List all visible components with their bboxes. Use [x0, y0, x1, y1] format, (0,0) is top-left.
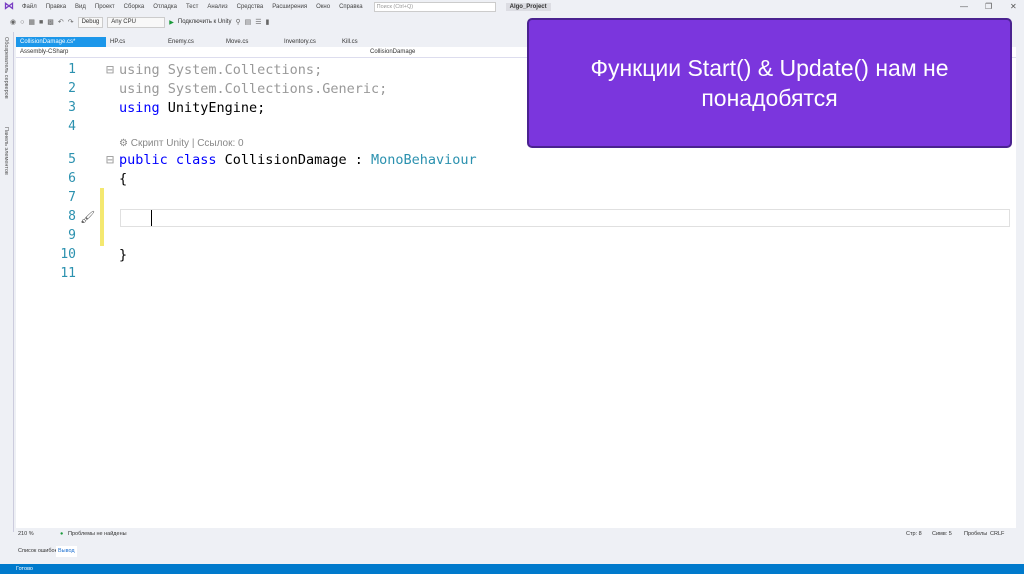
- menu-help[interactable]: Справка: [339, 4, 363, 10]
- line-number: 5: [68, 152, 76, 167]
- server-explorer-tab[interactable]: Обозреватель серверов: [3, 37, 9, 99]
- code-line-10: }: [119, 247, 128, 263]
- tab-enemy[interactable]: Enemy.cs: [164, 37, 222, 47]
- layout-icon[interactable]: ▤: [245, 18, 252, 26]
- redo-icon[interactable]: ↷: [68, 18, 74, 26]
- status-bar: Готово: [0, 564, 1024, 574]
- line-number: 2: [68, 81, 76, 96]
- minimize-icon[interactable]: —: [960, 2, 968, 11]
- line-number: 6: [68, 171, 76, 186]
- new-project-icon[interactable]: ▦: [28, 18, 35, 26]
- save-all-icon[interactable]: ▩: [47, 18, 54, 26]
- base-class: MonoBehaviour: [370, 152, 477, 168]
- menu-analyze[interactable]: Анализ: [207, 4, 227, 10]
- codelens-text[interactable]: Скрипт Unity | Ссылок: 0: [131, 138, 244, 149]
- line-number: 3: [68, 100, 76, 115]
- menu-window[interactable]: Окно: [316, 4, 330, 10]
- play-icon[interactable]: ▶: [169, 19, 174, 26]
- line-number: 4: [68, 119, 76, 134]
- close-icon[interactable]: ✕: [1010, 2, 1017, 11]
- tab-output[interactable]: Вывод: [56, 546, 77, 557]
- eol-indicator[interactable]: CRLF: [990, 529, 1004, 540]
- forward-icon[interactable]: ○: [20, 19, 24, 26]
- menu-build[interactable]: Сборка: [124, 4, 145, 10]
- namespace: UnityEngine;: [159, 100, 266, 116]
- line-indicator: Стр: 8: [906, 531, 922, 537]
- attach-unity-button[interactable]: Подключить к Unity: [178, 19, 232, 25]
- colon: :: [346, 152, 371, 168]
- line-number: 7: [68, 190, 76, 205]
- visual-studio-logo-icon: ⋈: [4, 1, 14, 12]
- menu-project[interactable]: Проект: [95, 4, 115, 10]
- menu-edit[interactable]: Правка: [46, 4, 66, 10]
- keyword: public class: [119, 152, 225, 168]
- collapse-icon[interactable]: ⊟: [106, 152, 114, 168]
- line-number: 1: [68, 62, 76, 77]
- class-name: CollisionDamage: [224, 152, 347, 168]
- line-number: 8: [68, 209, 76, 224]
- change-indicator: [100, 188, 104, 246]
- current-line-highlight: [120, 209, 1010, 227]
- back-icon[interactable]: ◉: [10, 18, 16, 26]
- tab-error-list[interactable]: Список ошибок: [18, 546, 57, 557]
- codelens-references[interactable]: ⚙ Скрипт Unity | Ссылок: 0: [119, 138, 244, 149]
- menu-debug[interactable]: Отладка: [153, 4, 177, 10]
- save-icon[interactable]: ■: [39, 19, 43, 26]
- code-line-5: public class CollisionDamage : MonoBehav…: [119, 152, 477, 168]
- toolbox-tab[interactable]: Панель элементов: [3, 127, 9, 175]
- code-line-1: using System.Collections;: [119, 62, 323, 78]
- menu-file[interactable]: Файл: [22, 4, 37, 10]
- problems-status[interactable]: Проблемы не найдены: [68, 529, 127, 540]
- code-line-3: using UnityEngine;: [119, 100, 265, 116]
- output-tabs: Список ошибок Вывод: [16, 546, 1016, 557]
- class-dropdown[interactable]: CollisionDamage: [370, 47, 415, 57]
- find-icon[interactable]: ⚲: [235, 18, 240, 26]
- platform-dropdown[interactable]: Any CPU: [107, 16, 166, 28]
- menu-bar: ⋈ Файл Правка Вид Проект Сборка Отладка …: [0, 0, 1024, 14]
- menu-view[interactable]: Вид: [75, 4, 86, 10]
- annotation-overlay: Функции Start() & Update() нам не понадо…: [527, 18, 1012, 148]
- collapse-icon[interactable]: ⊟: [106, 62, 114, 78]
- bookmark-icon[interactable]: ▮: [266, 18, 270, 26]
- tab-kill[interactable]: Kill.cs: [338, 37, 396, 47]
- undo-icon[interactable]: ↶: [58, 18, 64, 26]
- editor-status-row: 210 % ● Проблемы не найдены Стр: 8 Симв:…: [16, 529, 1016, 540]
- menu-tools[interactable]: Средства: [237, 4, 264, 10]
- config-dropdown[interactable]: Debug: [77, 16, 104, 28]
- code-line-6: {: [119, 171, 128, 187]
- tab-move[interactable]: Move.cs: [222, 37, 280, 47]
- project-name: Algo_Project: [505, 3, 551, 11]
- line-number: 10: [60, 247, 76, 262]
- tab-collisiondamage[interactable]: CollisionDamage.cs*: [16, 37, 106, 47]
- keyword: using: [119, 100, 160, 116]
- tab-inventory[interactable]: Inventory.cs: [280, 37, 338, 47]
- quick-action-brush-icon[interactable]: 🖌: [80, 210, 95, 224]
- tab-hp[interactable]: HP.cs: [106, 37, 164, 47]
- ready-status: Готово: [16, 566, 33, 572]
- whitespace-indicator[interactable]: Пробелы: [964, 529, 987, 540]
- project-dropdown[interactable]: Assembly-CSharp: [20, 47, 68, 57]
- menu-extensions[interactable]: Расширения: [272, 4, 307, 10]
- column-indicator: Симв: 5: [932, 531, 952, 537]
- maximize-icon[interactable]: ❐: [985, 2, 992, 11]
- line-number: 11: [60, 266, 76, 281]
- indent-icon[interactable]: ☰: [255, 18, 261, 26]
- zoom-level[interactable]: 210 %: [18, 529, 34, 540]
- code-line-2: using System.Collections.Generic;: [119, 81, 388, 97]
- menu-test[interactable]: Тест: [186, 4, 198, 10]
- side-panel-strip: Обозреватель серверов Панель элементов: [0, 32, 14, 532]
- check-icon: ●: [60, 531, 64, 537]
- search-input[interactable]: Поиск (Ctrl+Q): [373, 2, 496, 12]
- line-number: 9: [68, 228, 76, 243]
- text-caret: [151, 210, 152, 226]
